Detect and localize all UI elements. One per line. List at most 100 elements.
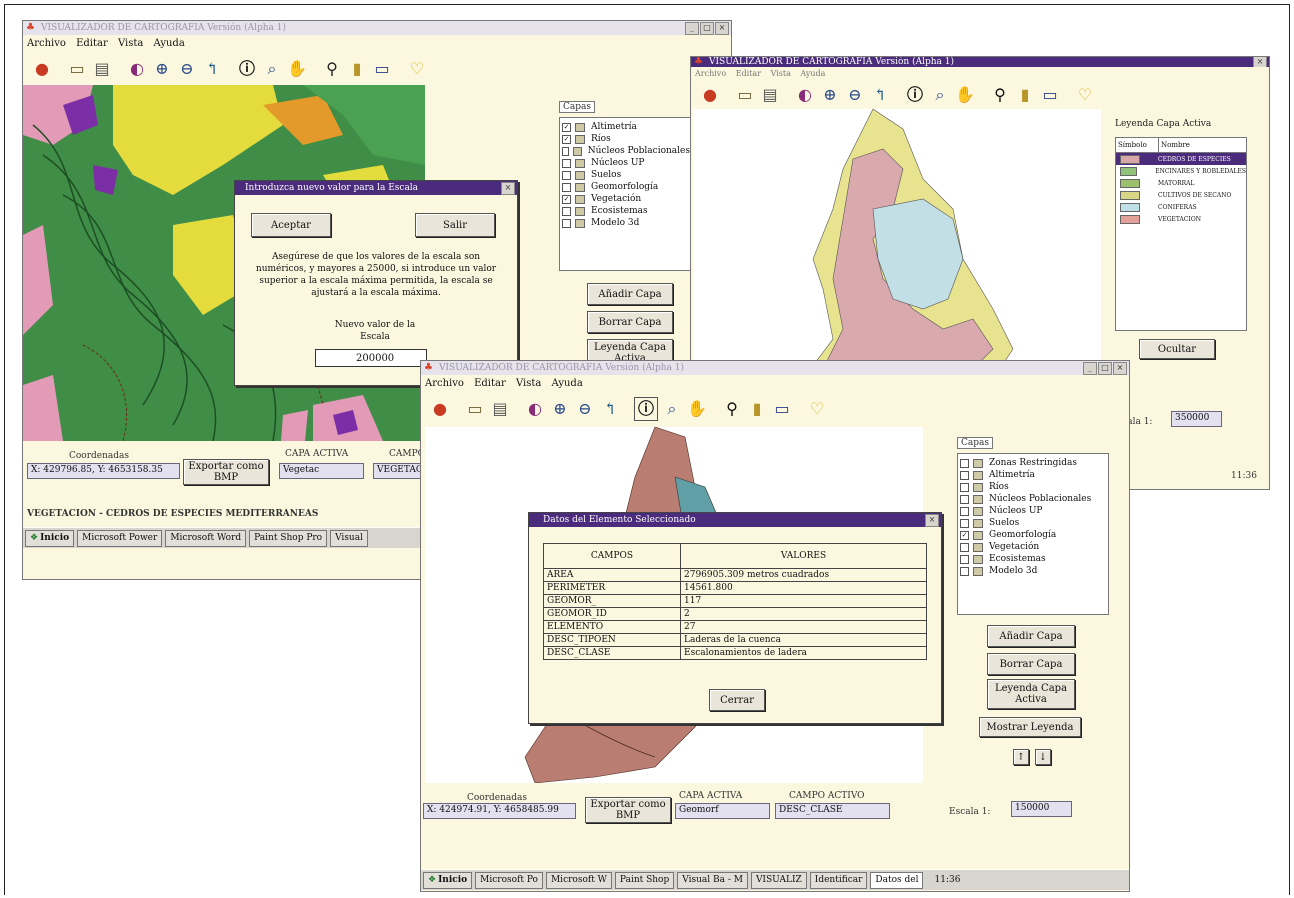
add-layer-button[interactable]: Añadir Capa xyxy=(987,625,1075,647)
legend-item[interactable]: CEDROS DE ESPECIES xyxy=(1116,153,1246,165)
layer-visibility-checkbox[interactable] xyxy=(960,506,969,516)
frame-icon[interactable]: ▭ xyxy=(771,398,793,420)
start-button[interactable]: ❖ Inicio xyxy=(25,529,75,547)
delete-layer-button[interactable]: Borrar Capa xyxy=(987,653,1075,675)
legend-item[interactable]: VEGETACION xyxy=(1116,213,1246,225)
folder-open-icon[interactable]: ▭ xyxy=(464,398,486,420)
legend-item[interactable]: CULTIVOS DE SECANO xyxy=(1116,189,1246,201)
close-button[interactable]: × xyxy=(715,22,729,35)
zoom-box-icon[interactable]: ⌕ xyxy=(661,398,683,420)
task-item[interactable]: Visual xyxy=(330,529,368,547)
legend-active-button[interactable]: Leyenda Capa Activa xyxy=(987,679,1075,709)
print-icon[interactable]: ▤ xyxy=(759,84,781,106)
front-scale-field[interactable]: 150000 xyxy=(1011,801,1072,817)
tip-bulb-icon[interactable]: ♡ xyxy=(806,398,828,420)
layer-item[interactable]: Modelo 3d xyxy=(958,565,1108,577)
layer-item[interactable]: Ecosistemas xyxy=(958,553,1108,565)
layer-item[interactable]: Núcleos Poblacionales xyxy=(958,493,1108,505)
layer-visibility-checkbox[interactable] xyxy=(562,146,570,156)
legend-item[interactable]: MATORRAL xyxy=(1116,177,1246,189)
maximize-button[interactable]: □ xyxy=(700,22,714,35)
layer-item[interactable]: Modelo 3d xyxy=(560,217,690,229)
start-button[interactable]: ❖ Inicio xyxy=(423,871,473,889)
layer-visibility-checkbox[interactable]: ✓ xyxy=(562,122,571,132)
move-up-button[interactable]: ↑ xyxy=(1013,749,1029,765)
hand-icon[interactable]: ✋ xyxy=(686,398,708,420)
find-binoculars-icon[interactable]: ⚲ xyxy=(721,398,743,420)
find-binoculars-icon[interactable]: ⚲ xyxy=(989,84,1011,106)
print-icon[interactable]: ▤ xyxy=(91,58,113,80)
task-item[interactable]: Paint Shop xyxy=(614,871,675,889)
menu-editar[interactable]: Editar xyxy=(76,38,108,49)
pan-icon[interactable]: ↰ xyxy=(869,84,891,106)
layer-visibility-checkbox[interactable] xyxy=(960,518,969,528)
layer-visibility-checkbox[interactable] xyxy=(960,566,969,576)
layer-visibility-checkbox[interactable] xyxy=(960,482,969,492)
layer-item[interactable]: Zonas Restringidas xyxy=(958,457,1108,469)
close-button[interactable]: × xyxy=(1253,57,1267,67)
layer-visibility-checkbox[interactable] xyxy=(960,494,969,504)
task-item[interactable]: Microsoft Po xyxy=(475,871,543,889)
layer-visibility-checkbox[interactable] xyxy=(562,170,571,180)
maximize-button[interactable]: □ xyxy=(1098,362,1112,375)
layer-visibility-checkbox[interactable] xyxy=(562,218,571,228)
find-binoculars-icon[interactable]: ⚲ xyxy=(321,58,343,80)
layer-item[interactable]: ✓ Altimetría xyxy=(560,121,690,133)
menu-editar[interactable]: Editar xyxy=(736,69,761,78)
bar-chart-icon[interactable]: ▮ xyxy=(746,398,768,420)
bar-chart-icon[interactable]: ▮ xyxy=(346,58,368,80)
layer-item[interactable]: Núcleos UP xyxy=(560,157,690,169)
hide-legend-button[interactable]: Ocultar xyxy=(1139,339,1215,359)
layer-visibility-checkbox[interactable] xyxy=(562,206,571,216)
menu-archivo[interactable]: Archivo xyxy=(695,69,726,78)
layer-visibility-checkbox[interactable]: ✓ xyxy=(960,530,969,540)
task-item[interactable]: VISUALIZ xyxy=(750,871,807,889)
task-item[interactable]: Datos del xyxy=(870,871,924,889)
task-item[interactable]: Paint Shop Pro xyxy=(249,529,328,547)
layer-item[interactable]: Núcleos Poblacionales xyxy=(560,145,690,157)
zoom-in-icon[interactable]: ⊕ xyxy=(549,398,571,420)
info-icon[interactable]: ⓘ xyxy=(904,84,926,106)
tip-bulb-icon[interactable]: ♡ xyxy=(406,58,428,80)
zoom-out-icon[interactable]: ⊖ xyxy=(176,58,198,80)
bar-chart-icon[interactable]: ▮ xyxy=(1014,84,1036,106)
data-dialog-titlebar[interactable]: Datos del Elemento Seleccionado × xyxy=(529,513,941,527)
layer-item[interactable]: Suelos xyxy=(958,517,1108,529)
close-button[interactable]: × xyxy=(1113,362,1127,375)
layer-visibility-checkbox[interactable] xyxy=(960,554,969,564)
close-button[interactable]: × xyxy=(501,182,515,195)
front-window-titlebar[interactable]: ♣ VISUALIZADOR DE CARTOGRAFIA Versión (A… xyxy=(421,361,1129,375)
layer-visibility-checkbox[interactable] xyxy=(960,542,969,552)
print-icon[interactable]: ▤ xyxy=(489,398,511,420)
menu-archivo[interactable]: Archivo xyxy=(425,378,464,389)
layer-item[interactable]: Ecosistemas xyxy=(560,205,690,217)
zoom-box-icon[interactable]: ⌕ xyxy=(929,84,951,106)
hand-icon[interactable]: ✋ xyxy=(286,58,308,80)
task-item[interactable]: Identificar xyxy=(809,871,868,889)
zoom-out-icon[interactable]: ⊖ xyxy=(574,398,596,420)
add-layer-button[interactable]: Añadir Capa xyxy=(587,283,673,305)
layer-item[interactable]: Geomorfología xyxy=(560,181,690,193)
layer-visibility-checkbox[interactable] xyxy=(960,470,969,480)
active-layer-select[interactable]: Vegetac xyxy=(279,463,364,479)
legend-item[interactable]: ENCINARES Y ROBLEDALES xyxy=(1116,165,1246,177)
zoom-in-icon[interactable]: ⊕ xyxy=(819,84,841,106)
scale-input[interactable]: 200000 xyxy=(315,349,427,367)
menu-ayuda[interactable]: Ayuda xyxy=(154,38,185,49)
layer-item[interactable]: ✓ Geomorfología xyxy=(958,529,1108,541)
layer-item[interactable]: ✓ Ríos xyxy=(560,133,690,145)
info-icon[interactable]: ⓘ xyxy=(236,58,258,80)
tip-bulb-icon[interactable]: ♡ xyxy=(1074,84,1096,106)
layer-globe-icon[interactable]: ● xyxy=(699,84,721,106)
scale-dialog-titlebar[interactable]: Introduzca nuevo valor para la Escala × xyxy=(235,181,517,195)
menu-vista[interactable]: Vista xyxy=(516,378,541,389)
layer-globe-icon[interactable]: ● xyxy=(31,58,53,80)
right-window-titlebar[interactable]: ♣ VISUALIZADOR DE CARTOGRAFIA Versión (A… xyxy=(691,57,1269,67)
move-down-button[interactable]: ↓ xyxy=(1035,749,1051,765)
back-window-titlebar[interactable]: ♣ VISUALIZADOR DE CARTOGRAFIA Versión (A… xyxy=(23,21,731,35)
tab-capas[interactable]: Capas xyxy=(559,101,595,113)
frame-icon[interactable]: ▭ xyxy=(371,58,393,80)
minimize-button[interactable]: _ xyxy=(1083,362,1097,375)
menu-editar[interactable]: Editar xyxy=(474,378,506,389)
menu-vista[interactable]: Vista xyxy=(771,69,791,78)
